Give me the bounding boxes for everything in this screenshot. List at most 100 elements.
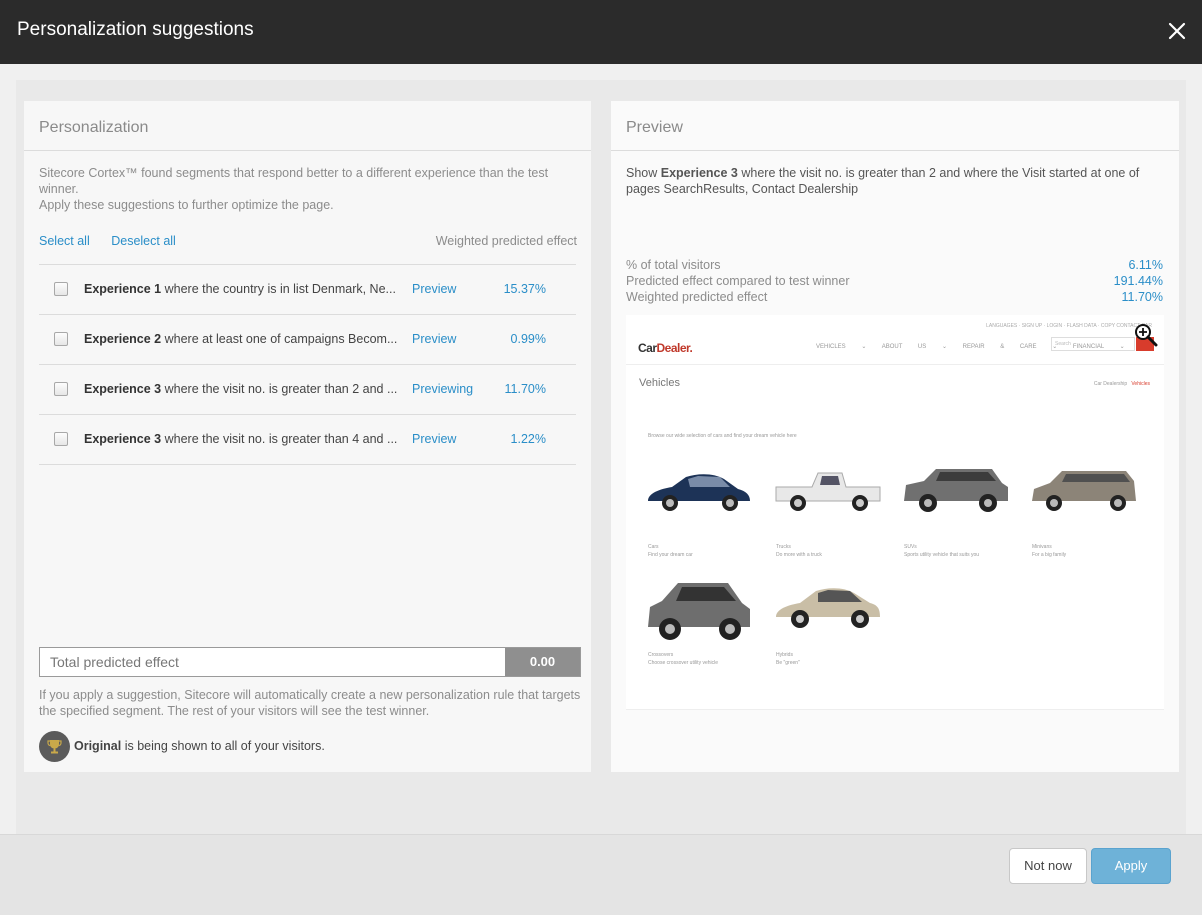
stat-predicted-effect: Predicted effect compared to test winner… (626, 273, 1163, 289)
show-experience: Experience 3 (660, 166, 738, 180)
select-all-link[interactable]: Select all (39, 234, 90, 248)
stat-value: 191.44% (1113, 274, 1163, 288)
suggestion-checkbox[interactable] (54, 432, 68, 446)
weighted-effect-header: Weighted predicted effect (435, 234, 577, 248)
stat-value: 6.11% (1128, 258, 1163, 272)
stat-total-visitors: % of total visitors 6.11% (626, 257, 1163, 273)
category-hybrids: Hybrids Be "green" (776, 651, 800, 667)
not-now-button[interactable]: Not now (1009, 848, 1087, 884)
experience-name: Experience 2 (84, 332, 162, 346)
preview-link[interactable]: Preview (412, 332, 456, 346)
category-tagline: Choose crossover utility vehicle (648, 660, 719, 666)
total-predicted-effect: Total predicted effect 0.00 (39, 647, 581, 677)
stat-value: 11.70% (1121, 290, 1163, 304)
zoom-in-icon[interactable] (1134, 323, 1158, 347)
original-message: is being shown to all of your visitors. (121, 739, 325, 753)
suv-image (904, 469, 1008, 512)
site-logo: CarDealer. (638, 341, 693, 355)
close-icon[interactable] (1166, 20, 1188, 42)
intro-line-2: Apply these suggestions to further optim… (39, 198, 334, 212)
selection-links: Select all Deselect all (39, 234, 176, 248)
suggestion-checkbox[interactable] (54, 382, 68, 396)
condition-text: where the country is in list Denmark, Ne… (161, 282, 396, 296)
total-label: Total predicted effect (50, 654, 179, 670)
weighted-effect-value: 15.37% (503, 282, 546, 296)
preview-link[interactable]: Preview (412, 282, 456, 296)
dialog-footer: Not now Apply (0, 834, 1202, 915)
condition-text: where the visit no. is greater than 4 an… (161, 432, 398, 446)
apply-note: If you apply a suggestion, Sitecore will… (39, 688, 581, 718)
preview-stats: % of total visitors 6.11% Predicted effec… (626, 257, 1163, 305)
category-tagline: For a big family (1032, 552, 1067, 558)
car-sedan-image (648, 474, 750, 511)
truck-image (775, 472, 881, 511)
category-crossovers: Crossovers Choose crossover utility vehic… (648, 651, 718, 667)
weighted-effect-value: 11.70% (504, 382, 546, 396)
category-name: SUVs (904, 544, 917, 550)
category-name: Crossovers (648, 652, 674, 658)
trophy-icon (39, 731, 70, 762)
original-name: Original (74, 739, 122, 753)
previewing-link[interactable]: Previewing (412, 382, 473, 396)
site-top-links: LANGUAGES · SIGN UP · LOGIN · FLASH DATA… (986, 323, 1152, 329)
category-tagline: Be "green" (776, 660, 800, 666)
site-page-heading: Vehicles (639, 377, 680, 389)
experience-name: Experience 3 (84, 382, 162, 396)
category-name: Trucks (776, 544, 791, 550)
site-breadcrumb-home: Car Dealership (1093, 381, 1128, 387)
dialog-title: Personalization suggestions (17, 19, 254, 40)
preview-link[interactable]: Preview (412, 432, 456, 446)
suggestion-list: Experience 1 where the country is in lis… (39, 264, 576, 465)
experience-name: Experience 1 (84, 282, 162, 296)
category-tagline: Do more with a truck (776, 552, 822, 558)
weighted-effect-value: 0.99% (510, 332, 546, 346)
total-value: 0.00 (505, 648, 580, 676)
site-breadcrumb: Car Dealership Vehicles (1094, 381, 1150, 387)
condition-text: where the visit no. is greater than 2 an… (161, 382, 398, 396)
suggestion-checkbox[interactable] (54, 332, 68, 346)
category-name: Cars (648, 544, 659, 550)
site-logo-b: Dealer. (656, 341, 693, 355)
suggestion-row: Experience 3 where the visit no. is grea… (39, 365, 576, 415)
suggestion-description: Experience 3 where the visit no. is grea… (84, 382, 402, 396)
crossover-image (648, 583, 750, 640)
personalization-header: Personalization (24, 101, 591, 151)
site-breadcrumb-current: Vehicles (1131, 381, 1150, 387)
suggestion-description: Experience 2 where at least one of campa… (84, 332, 402, 346)
deselect-all-link[interactable]: Deselect all (111, 234, 176, 248)
preview-panel: Preview Show Experience 3 where the visi… (611, 101, 1179, 772)
preview-description: Show Experience 3 where the visit no. is… (626, 165, 1166, 197)
original-status-text: Original is being shown to all of your v… (74, 739, 325, 753)
category-name: Minivans (1032, 544, 1052, 550)
category-minivans: Minivans For a big family (1032, 543, 1066, 559)
stat-label: Predicted effect compared to test winner (626, 274, 850, 288)
site-divider (626, 364, 1164, 365)
dialog-body: Personalization Sitecore Cortex™ found s… (0, 64, 1202, 834)
site-search: Search (1051, 337, 1135, 351)
site-intro: Browse our wide selection of cars and fi… (648, 433, 797, 439)
page-preview-thumbnail[interactable]: LANGUAGES · SIGN UP · LOGIN · FLASH DATA… (626, 315, 1164, 710)
dialog-titlebar: Personalization suggestions (0, 0, 1202, 64)
preview-header: Preview (611, 101, 1179, 151)
hybrid-image (776, 588, 880, 628)
weighted-effect-value: 1.22% (510, 432, 546, 446)
panels-container: Personalization Sitecore Cortex™ found s… (16, 80, 1186, 834)
category-cars: Cars Find your dream car (648, 543, 693, 559)
suggestion-checkbox[interactable] (54, 282, 68, 296)
condition-text: where at least one of campaigns Becom... (161, 332, 398, 346)
personalization-heading: Personalization (39, 119, 149, 136)
category-tagline: Find your dream car (648, 552, 693, 558)
apply-button[interactable]: Apply (1091, 848, 1171, 884)
stat-label: Weighted predicted effect (626, 290, 768, 304)
suggestion-description: Experience 1 where the country is in lis… (84, 282, 402, 296)
personalization-intro: Sitecore Cortex™ found segments that res… (39, 165, 579, 213)
category-suvs: SUVs Sports utility vehicle that suits yo… (904, 543, 979, 559)
stat-weighted-effect: Weighted predicted effect 11.70% (626, 289, 1163, 305)
suggestion-row: Experience 3 where the visit no. is grea… (39, 415, 576, 465)
stat-label: % of total visitors (626, 258, 721, 272)
minivan-image (1032, 471, 1136, 511)
personalization-panel: Personalization Sitecore Cortex™ found s… (24, 101, 591, 772)
show-prefix: Show (626, 166, 661, 180)
suggestion-row: Experience 2 where at least one of campa… (39, 315, 576, 365)
category-name: Hybrids (776, 652, 793, 658)
